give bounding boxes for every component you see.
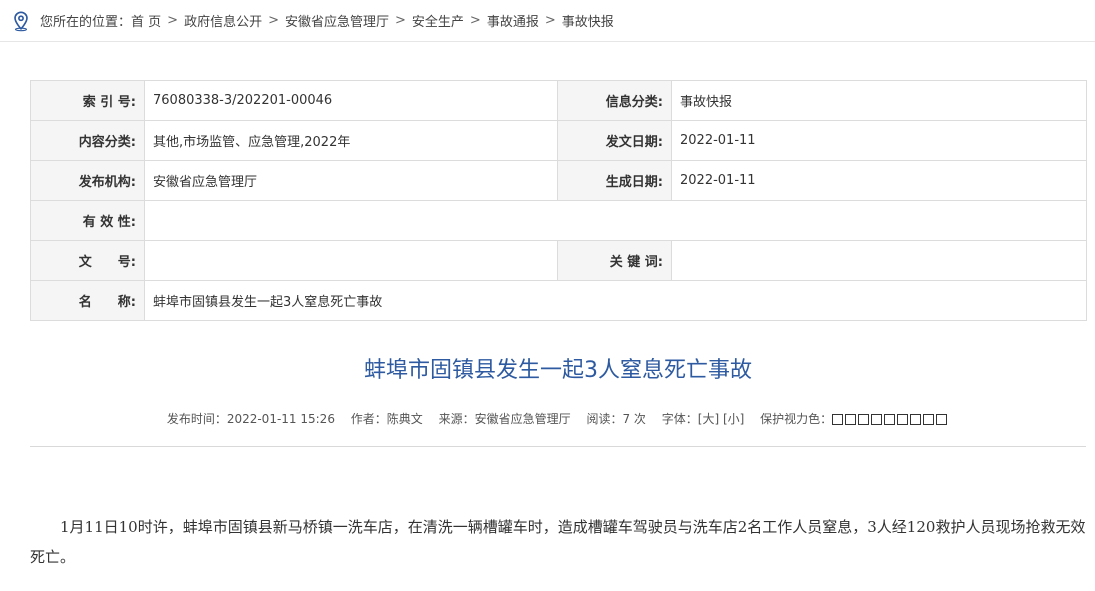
table-row: 有 效 性: bbox=[30, 200, 1087, 241]
font-large-button[interactable]: [大] bbox=[698, 412, 719, 426]
author: 作者：陈典文 bbox=[350, 412, 423, 426]
issue-date-value: 2022-01-11 bbox=[671, 120, 1087, 161]
view-count: 阅读：7 次 bbox=[586, 412, 646, 426]
eye-color-swatch[interactable] bbox=[923, 414, 935, 425]
breadcrumb-separator: > bbox=[268, 13, 279, 28]
article-meta: 发布时间：2022-01-11 15:26 作者：陈典文 来源：安徽省应急管理厅… bbox=[30, 410, 1086, 427]
eye-color-swatch[interactable] bbox=[845, 414, 857, 425]
content-label: 内容分类: bbox=[30, 120, 145, 161]
breadcrumb-department[interactable]: 安徽省应急管理厅 bbox=[285, 11, 389, 30]
breadcrumb-separator: > bbox=[395, 13, 406, 28]
table-row: 文 号: 关 键 词: bbox=[30, 240, 1087, 281]
eye-color-swatch[interactable] bbox=[884, 414, 896, 425]
eye-color-swatch[interactable] bbox=[910, 414, 922, 425]
breadcrumb-separator: > bbox=[167, 13, 179, 28]
created-date-label: 生成日期: bbox=[557, 160, 672, 201]
eye-color-swatches bbox=[832, 412, 949, 426]
breadcrumb-separator: > bbox=[544, 13, 556, 28]
table-row: 索 引 号: 76080338-3/202201-00046 信息分类: 事故快… bbox=[30, 80, 1087, 121]
category-label: 信息分类: bbox=[557, 80, 672, 121]
breadcrumb-label: 您所在的位置： bbox=[40, 15, 132, 30]
font-small-button[interactable]: [小] bbox=[723, 412, 744, 426]
table-row: 发布机构: 安徽省应急管理厅 生成日期: 2022-01-11 bbox=[30, 160, 1087, 201]
article-title: 蚌埠市固镇县发生一起3人窒息死亡事故 bbox=[364, 358, 752, 383]
eye-color-swatch[interactable] bbox=[897, 414, 909, 425]
breadcrumb-gov-info[interactable]: 政府信息公开 bbox=[184, 11, 262, 30]
publisher-value: 安徽省应急管理厅 bbox=[144, 160, 558, 201]
validity-value bbox=[144, 200, 1087, 241]
table-row: 内容分类: 其他,市场监管、应急管理,2022年 发文日期: 2022-01-1… bbox=[30, 120, 1087, 161]
created-date-value: 2022-01-11 bbox=[671, 160, 1087, 201]
doc-no-value bbox=[144, 240, 558, 281]
source: 来源：安徽省应急管理厅 bbox=[438, 412, 571, 426]
breadcrumb-safety[interactable]: 安全生产 bbox=[412, 11, 464, 30]
doc-no-label: 文 号: bbox=[30, 240, 145, 281]
index-label: 索 引 号: bbox=[30, 80, 145, 121]
breadcrumb-quick-report[interactable]: 事故快报 bbox=[562, 11, 614, 30]
breadcrumb-home[interactable]: 首 页 bbox=[131, 11, 161, 30]
name-label: 名 称: bbox=[30, 280, 145, 321]
eye-color-swatch[interactable] bbox=[858, 414, 870, 425]
eye-color-swatch[interactable] bbox=[832, 414, 844, 425]
keywords-label: 关 键 词: bbox=[557, 240, 672, 281]
publish-time: 发布时间：2022-01-11 15:26 bbox=[166, 412, 335, 426]
breadcrumb-separator: > bbox=[469, 13, 481, 28]
category-value: 事故快报 bbox=[671, 80, 1087, 121]
table-row: 名 称: 蚌埠市固镇县发生一起3人窒息死亡事故 bbox=[30, 280, 1087, 321]
name-value: 蚌埠市固镇县发生一起3人窒息死亡事故 bbox=[144, 280, 1087, 321]
divider bbox=[30, 446, 1086, 447]
issue-date-label: 发文日期: bbox=[557, 120, 672, 161]
content-value: 其他,市场监管、应急管理,2022年 bbox=[144, 120, 558, 161]
breadcrumb: 您所在的位置： 首 页 > 政府信息公开 > 安徽省应急管理厅 > 安全生产 >… bbox=[0, 0, 1095, 42]
location-pin-icon bbox=[14, 10, 28, 31]
article-body: 1月11日10时许，蚌埠市固镇县新马桥镇一洗车店，在清洗一辆槽罐车时，造成槽罐车… bbox=[30, 518, 1086, 566]
breadcrumb-accident-report[interactable]: 事故通报 bbox=[487, 11, 539, 30]
index-value: 76080338-3/202201-00046 bbox=[144, 80, 558, 121]
eye-color-swatch[interactable] bbox=[936, 414, 948, 425]
validity-label: 有 效 性: bbox=[30, 200, 145, 241]
eye-protection-label: 保护视力色： bbox=[760, 412, 833, 426]
info-table: 索 引 号: 76080338-3/202201-00046 信息分类: 事故快… bbox=[30, 80, 1087, 321]
keywords-value bbox=[671, 240, 1087, 281]
font-size-label: 字体： bbox=[661, 412, 698, 426]
publisher-label: 发布机构: bbox=[30, 160, 145, 201]
eye-color-swatch[interactable] bbox=[871, 414, 883, 425]
